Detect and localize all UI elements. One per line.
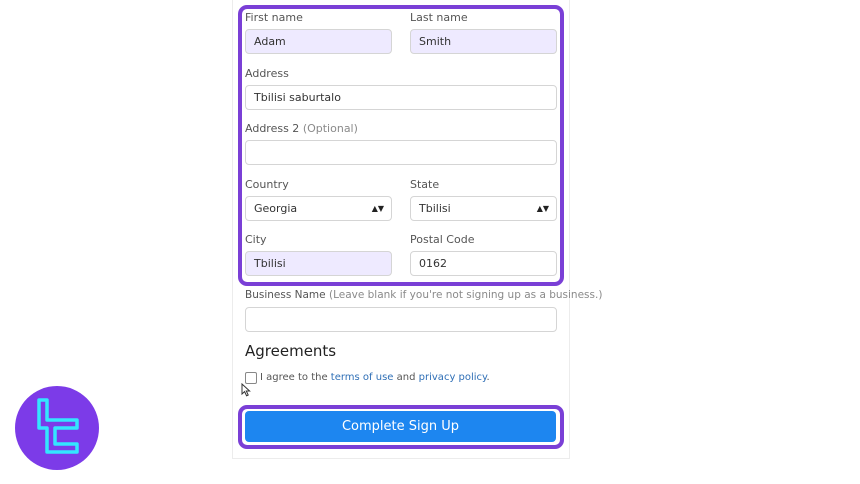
state-label: State <box>410 178 440 191</box>
address2-label: Address 2 (Optional) <box>245 122 358 135</box>
first-name-input[interactable]: Adam <box>245 29 392 54</box>
agree-and: and <box>396 372 416 383</box>
city-input[interactable]: Tbilisi <box>245 251 392 276</box>
brand-logo <box>15 386 99 470</box>
postal-code-label: Postal Code <box>410 233 475 246</box>
agree-text: I agree to the terms of use and privacy … <box>260 372 490 383</box>
city-label: City <box>245 233 267 246</box>
business-name-label: Business Name (Leave blank if you're not… <box>245 289 602 301</box>
last-name-input[interactable]: Smith <box>410 29 557 54</box>
agreements-heading: Agreements <box>245 342 337 360</box>
business-name-input[interactable] <box>245 307 557 332</box>
privacy-policy-link[interactable]: privacy policy <box>419 372 487 383</box>
mouse-cursor-icon <box>241 383 251 397</box>
select-arrows-icon: ▲▼ <box>536 204 549 213</box>
terms-of-use-link[interactable]: terms of use <box>331 372 394 383</box>
select-arrows-icon: ▲▼ <box>371 204 384 213</box>
business-name-hint: (Leave blank if you're not signing up as… <box>328 289 603 301</box>
state-select-value: Tbilisi <box>419 202 451 215</box>
address2-label-text: Address 2 <box>245 122 300 135</box>
agree-prefix: I agree to the <box>260 372 328 383</box>
business-name-label-text: Business Name <box>245 289 326 301</box>
complete-sign-up-button[interactable]: Complete Sign Up <box>245 411 556 442</box>
address2-optional-text: (Optional) <box>302 122 358 135</box>
country-select-value: Georgia <box>254 202 298 215</box>
address2-input[interactable] <box>245 140 557 165</box>
country-label: Country <box>245 178 289 191</box>
country-select[interactable]: Georgia ▲▼ <box>245 196 392 221</box>
address-input[interactable]: Tbilisi saburtalo <box>245 85 557 110</box>
agree-suffix: . <box>486 372 490 383</box>
postal-code-input[interactable]: 0162 <box>410 251 557 276</box>
first-name-label: First name <box>245 11 303 24</box>
state-select[interactable]: Tbilisi ▲▼ <box>410 196 557 221</box>
address-label: Address <box>245 67 289 80</box>
brand-logo-mark-icon <box>37 398 79 454</box>
last-name-label: Last name <box>410 11 468 24</box>
